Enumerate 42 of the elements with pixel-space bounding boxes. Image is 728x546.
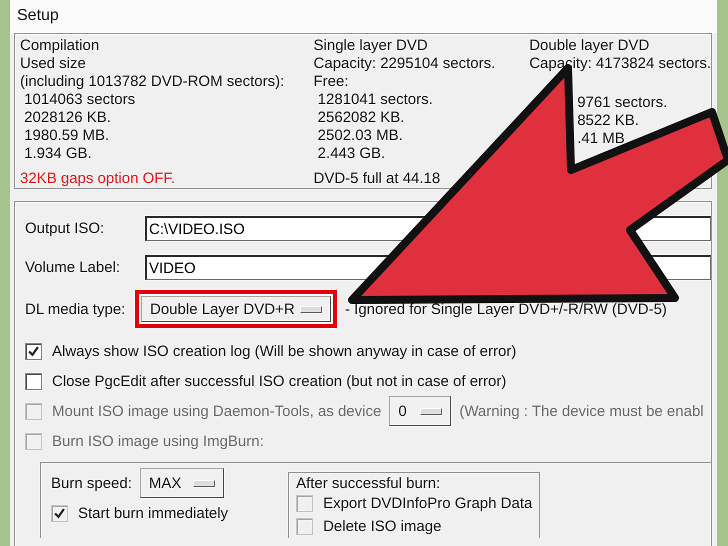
- summary-text: 1281041 sectors.: [316, 91, 434, 109]
- checkbox-label: Mount ISO image using Daemon-Tools, as device: [52, 402, 382, 420]
- checkbox[interactable]: [25, 372, 42, 390]
- checkbox-label: Always show ISO creation log (Will be shown anyway in case of error): [52, 342, 516, 360]
- field-label: Volume Label:: [25, 259, 122, 276]
- summary-text: .41 MB: [577, 130, 626, 148]
- checkbox-label: Delete ISO image: [323, 518, 442, 535]
- burn-speed-dropdown[interactable]: MAX: [140, 468, 224, 498]
- checkbox[interactable]: [25, 342, 42, 360]
- field-label: DL media type:: [25, 300, 126, 318]
- checkbox-label: Close PgcEdit after successful ISO creation (but not in case of error): [52, 372, 506, 390]
- note-text: - Ignored for Single Layer DVD+/-R/RW (DVD-5): [345, 300, 667, 318]
- summary-text: 2562082 KB.: [316, 109, 406, 127]
- summary-footer-text: DVD-5 full at 44.18: [314, 170, 442, 187]
- summary-text: 2502.03 MB.: [316, 127, 404, 145]
- checkbox-label: Burn ISO image using ImgBurn:: [52, 432, 264, 450]
- checkbox-label: Start burn immediately: [78, 505, 228, 522]
- media-type-dropdown[interactable]: Double Layer DVD+R: [141, 296, 331, 322]
- dropdown-grip-icon: [192, 480, 215, 486]
- summary-footer-text: 32KB gaps option OFF.: [20, 170, 176, 187]
- summary-text: 9761 sectors.: [577, 94, 668, 112]
- summary-text: 1980.59 MB.: [23, 127, 110, 145]
- summary-text: 2.443 GB.: [316, 145, 386, 163]
- summary-text: Used size: [20, 55, 87, 73]
- summary-text: Compilation: [20, 37, 100, 55]
- dropdown-grip-icon: [300, 306, 322, 312]
- summary-text: 1014063 sectors: [23, 91, 136, 109]
- summary-text: 2028126 KB.: [23, 109, 112, 127]
- field-label: Burn speed:: [51, 474, 132, 492]
- summary-text: 1.934 GB.: [23, 145, 93, 163]
- summary-text: (including 1013782 DVD-ROM sectors):: [20, 73, 286, 91]
- summary-text: Capacity: 2295104 sectors.: [314, 55, 496, 73]
- dropdown-grip-icon: [420, 408, 442, 414]
- checkbox-label: Export DVDInfoPro Graph Data: [323, 495, 532, 512]
- summary-text: 8522 KB.: [577, 112, 640, 130]
- summary-text: Single layer DVD: [314, 37, 429, 55]
- group-title: After successful burn:: [296, 475, 442, 492]
- window-title: Setup: [10, 0, 717, 33]
- warning-text: (Warning : The device must be enabl: [459, 402, 704, 420]
- field-label: Output ISO:: [25, 220, 106, 237]
- summary-text: Double layer DVD: [529, 37, 650, 56]
- summary-text: Free:: [314, 73, 350, 91]
